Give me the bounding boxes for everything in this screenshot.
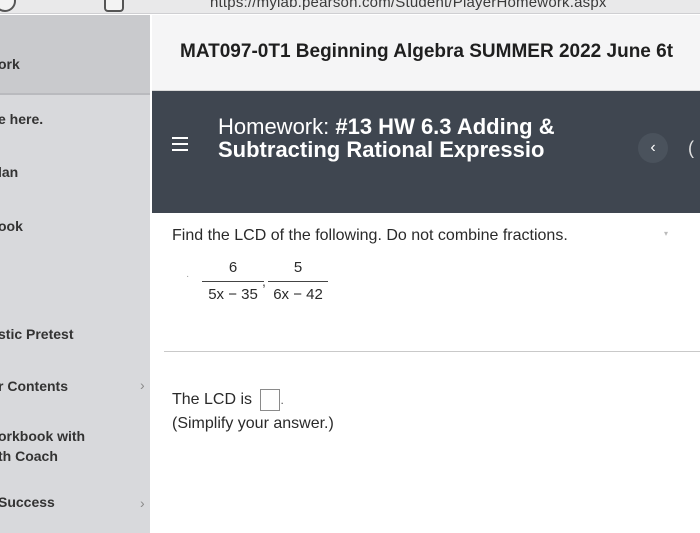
- sidebar-item-homework[interactable]: ork: [0, 55, 20, 74]
- sidebar-item-start-here[interactable]: e here.: [0, 110, 43, 129]
- sidebar: ork e here. lan ook stic Pretest r Conte…: [0, 15, 150, 533]
- chevron-right-icon[interactable]: ›: [140, 495, 145, 511]
- url-bar[interactable]: https://mylab.pearson.com/Student/Player…: [210, 0, 607, 11]
- fraction-2-denominator: 6x − 42: [273, 286, 323, 303]
- sidebar-item-success[interactable]: Success: [0, 493, 55, 512]
- previous-question-button[interactable]: ‹: [638, 133, 668, 163]
- sidebar-item-workbook[interactable]: orkbook with: [0, 427, 85, 446]
- fraction-1-denominator: 5x − 35: [208, 286, 258, 303]
- fraction-1: 6 5x − 35: [202, 257, 264, 306]
- fraction-2: 5 6x − 42: [268, 257, 328, 306]
- chevron-right-icon: (: [688, 138, 694, 158]
- fraction-bar: [268, 281, 328, 282]
- menu-icon[interactable]: [172, 137, 188, 151]
- chevron-right-icon[interactable]: ›: [140, 377, 145, 393]
- help-icon[interactable]: ▾: [664, 229, 668, 238]
- course-title: MAT097-0T1 Beginning Algebra SUMMER 2022…: [180, 41, 674, 62]
- fraction-separator: ,: [262, 273, 266, 289]
- question-panel: Find the LCD of the following. Do not co…: [152, 213, 700, 533]
- answer-label: The LCD is: [172, 391, 253, 409]
- chevron-left-icon: ‹: [650, 139, 656, 156]
- homework-title: Homework: #13 HW 6.3 Adding & Subtractin…: [218, 115, 598, 161]
- next-question-button[interactable]: (: [688, 133, 700, 163]
- sidebar-item-ebook[interactable]: ook: [0, 217, 23, 236]
- fraction-bar: [202, 281, 264, 282]
- course-header: MAT097-0T1 Beginning Algebra SUMMER 2022…: [152, 15, 700, 91]
- homework-header: Homework: #13 HW 6.3 Adding & Subtractin…: [152, 91, 700, 213]
- bullet-icon: ·: [186, 271, 190, 282]
- fraction-1-numerator: 6: [228, 259, 238, 276]
- sidebar-item-workbook-coach[interactable]: th Coach: [0, 447, 58, 466]
- browser-tab-icon[interactable]: [104, 0, 124, 12]
- answer-suffix: .: [280, 393, 284, 408]
- answer-hint: (Simplify your answer.): [172, 415, 334, 432]
- sidebar-divider: [0, 93, 150, 95]
- question-divider: [164, 351, 700, 352]
- browser-back-button[interactable]: [0, 0, 16, 12]
- homework-prefix: Homework:: [218, 114, 336, 139]
- answer-input[interactable]: [260, 389, 281, 411]
- sidebar-item-course-contents[interactable]: r Contents: [0, 377, 68, 396]
- sidebar-header: [0, 15, 150, 93]
- answer-line: The LCD is .: [172, 389, 284, 411]
- sidebar-item-plan[interactable]: lan: [0, 163, 18, 182]
- fraction-2-numerator: 5: [293, 259, 303, 276]
- browser-toolbar: https://mylab.pearson.com/Student/Player…: [0, 0, 700, 14]
- sidebar-item-diagnostic-pretest[interactable]: stic Pretest: [0, 325, 73, 344]
- question-prompt: Find the LCD of the following. Do not co…: [172, 227, 568, 244]
